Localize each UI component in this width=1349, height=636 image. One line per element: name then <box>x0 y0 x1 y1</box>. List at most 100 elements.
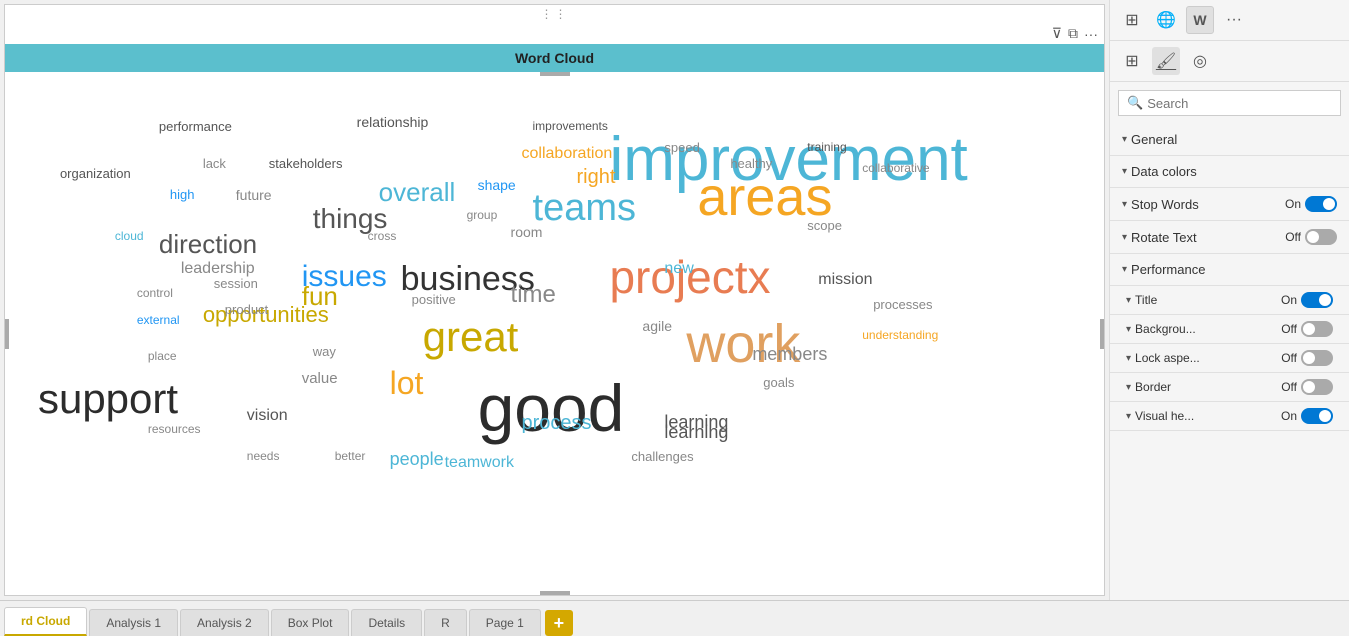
word-members[interactable]: members <box>752 344 827 365</box>
word-shape[interactable]: shape <box>478 177 516 193</box>
word-improvements[interactable]: improvements <box>533 119 608 133</box>
focus-mode-icon[interactable]: ⧉ <box>1068 25 1078 42</box>
word-new[interactable]: new <box>664 260 693 278</box>
word-high[interactable]: high <box>170 187 195 202</box>
word-training[interactable]: training <box>807 140 846 154</box>
word-cloud-panel: ⋮⋮ ⊽ ⧉ ··· Word Cloud improvementareaspr… <box>4 4 1105 596</box>
word-future[interactable]: future <box>236 187 272 203</box>
word-time[interactable]: time <box>511 281 556 309</box>
section-rotate-text-header[interactable]: ▾ Rotate Text Off <box>1110 221 1349 253</box>
word-overall[interactable]: overall <box>379 177 456 208</box>
word-positive[interactable]: positive <box>412 292 456 307</box>
chevron-icon: ▾ <box>1126 353 1131 364</box>
lock-aspect-toggle-label: Off <box>1281 351 1297 365</box>
word-process[interactable]: process <box>522 412 592 435</box>
word-cross[interactable]: cross <box>368 229 397 243</box>
format-icon[interactable]: 🖌 <box>1152 47 1180 75</box>
resize-top[interactable] <box>540 72 570 76</box>
word-way[interactable]: way <box>313 344 336 359</box>
word-teams[interactable]: teams <box>533 187 636 230</box>
analytics-icon[interactable]: ◎ <box>1186 47 1214 75</box>
stop-words-toggle[interactable] <box>1305 196 1337 212</box>
visual-header-toggle[interactable] <box>1301 408 1333 424</box>
word-goals[interactable]: goals <box>763 375 794 390</box>
word-healthy[interactable]: healthy <box>730 156 772 171</box>
lock-aspect-thumb <box>1303 352 1315 364</box>
tab-analysis-2[interactable]: Analysis 2 <box>180 609 269 636</box>
tab-analysis-1[interactable]: Analysis 1 <box>89 609 178 636</box>
word-needs[interactable]: needs <box>247 449 280 463</box>
word-fun[interactable]: fun <box>302 281 338 312</box>
more-icons[interactable]: ··· <box>1220 6 1248 34</box>
word-vision[interactable]: vision <box>247 407 288 425</box>
word-room[interactable]: room <box>511 224 543 240</box>
resize-left[interactable] <box>5 319 9 349</box>
more-options-icon[interactable]: ··· <box>1084 26 1098 42</box>
word-scope[interactable]: scope <box>807 218 842 233</box>
section-rotate-text-label: Rotate Text <box>1131 230 1197 245</box>
word-speed[interactable]: speed <box>664 140 699 155</box>
word-lot[interactable]: lot <box>390 365 424 402</box>
resize-bottom[interactable] <box>540 591 570 595</box>
filter-icon[interactable]: ⊽ <box>1052 25 1062 42</box>
lock-aspect-toggle[interactable] <box>1301 350 1333 366</box>
word-place[interactable]: place <box>148 349 177 363</box>
word-cloud-words: improvementareasprojectxgoodworkgreatsup… <box>5 72 1104 595</box>
word-right[interactable]: right <box>576 166 615 189</box>
word-challenges[interactable]: challenges <box>631 449 693 464</box>
border-toggle[interactable] <box>1301 379 1333 395</box>
word-performance[interactable]: performance <box>159 119 232 134</box>
word-great[interactable]: great <box>423 313 519 361</box>
tab-box-plot[interactable]: Box Plot <box>271 609 350 636</box>
word-relationship[interactable]: relationship <box>357 114 429 130</box>
word-value[interactable]: value <box>302 370 338 387</box>
word-session[interactable]: session <box>214 276 258 291</box>
title-toggle[interactable] <box>1301 292 1333 308</box>
word-external[interactable]: external <box>137 313 180 327</box>
search-box[interactable]: 🔍 <box>1118 90 1341 116</box>
drag-handle[interactable]: ⋮⋮ <box>5 5 1104 23</box>
word-direction[interactable]: direction <box>159 229 257 260</box>
word-product[interactable]: product <box>225 302 268 317</box>
word-lack[interactable]: lack <box>203 156 226 171</box>
tab-page-1[interactable]: Page 1 <box>469 609 541 636</box>
tab-details[interactable]: Details <box>351 609 422 636</box>
visual-header-toggle-row: ▾ Visual he... On <box>1110 402 1349 430</box>
word-collaboration[interactable]: collaboration <box>522 145 613 163</box>
resize-right[interactable] <box>1100 319 1104 349</box>
section-performance-header[interactable]: ▾ Performance <box>1110 254 1349 285</box>
word-stakeholders[interactable]: stakeholders <box>269 156 343 171</box>
word-organization[interactable]: organization <box>60 166 131 181</box>
word-processes[interactable]: processes <box>873 297 932 312</box>
word-resources[interactable]: resources <box>148 422 201 436</box>
word-teamwork[interactable]: teamwork <box>445 454 514 472</box>
globe-icon[interactable]: 🌐 <box>1152 6 1180 34</box>
word-support[interactable]: support <box>38 375 178 423</box>
w-icon[interactable]: W <box>1186 6 1214 34</box>
word-people[interactable]: people <box>390 449 444 470</box>
table-view-icon[interactable]: ⊞ <box>1118 6 1146 34</box>
tab-r[interactable]: R <box>424 609 467 636</box>
word-better[interactable]: better <box>335 449 366 463</box>
add-tab-button[interactable]: + <box>545 610 573 636</box>
word-cloud-content: improvementareasprojectxgoodworkgreatsup… <box>5 72 1104 595</box>
word-cloud-title: Word Cloud <box>5 44 1104 72</box>
search-input[interactable] <box>1147 96 1332 111</box>
rotate-text-toggle[interactable] <box>1305 229 1337 245</box>
tab-word-cloud[interactable]: rd Cloud <box>4 607 87 636</box>
background-toggle[interactable] <box>1301 321 1333 337</box>
section-stop-words-header[interactable]: ▾ Stop Words On <box>1110 188 1349 220</box>
lock-aspect-toggle-row: ▾ Lock aspe... Off <box>1110 344 1349 372</box>
word-collaborative[interactable]: collaborative <box>862 161 929 175</box>
word-understanding[interactable]: understanding <box>862 328 938 342</box>
word-control[interactable]: control <box>137 286 173 300</box>
word-agile[interactable]: agile <box>642 318 672 334</box>
word-mission[interactable]: mission <box>818 271 872 289</box>
border-toggle-row: ▾ Border Off <box>1110 373 1349 401</box>
word-learning[interactable]: learning <box>664 412 728 433</box>
word-group[interactable]: group <box>467 208 498 222</box>
section-general-header[interactable]: ▾ General <box>1110 124 1349 155</box>
word-cloud[interactable]: cloud <box>115 229 144 243</box>
fields-icon[interactable]: ⊞ <box>1118 47 1146 75</box>
section-data-colors-header[interactable]: ▾ Data colors <box>1110 156 1349 187</box>
